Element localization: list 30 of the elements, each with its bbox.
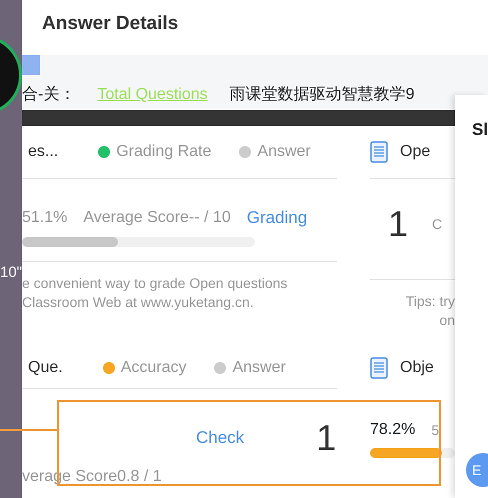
cut-text: 5 bbox=[431, 420, 440, 440]
side-text: 10" bbox=[0, 263, 22, 283]
legend-label: Grading Rate bbox=[116, 142, 212, 162]
rate-text: 51.1% bbox=[22, 208, 68, 228]
section-heading: es... bbox=[28, 142, 58, 162]
panel-title: Sl bbox=[471, 119, 488, 141]
round-button[interactable]: E bbox=[466, 453, 488, 487]
legend-label: Accuracy bbox=[120, 358, 186, 378]
cut-text: C bbox=[432, 214, 442, 234]
tips-text: Tips: try on bbox=[404, 292, 455, 330]
document-icon bbox=[370, 357, 388, 379]
tips-text: e convenient way to grade Open questions Classroom Web at www.yuketang.cn. bbox=[22, 274, 288, 312]
count-text: 1 bbox=[388, 202, 408, 246]
banner-text: 雨课堂数据驱动智慧教学9 bbox=[230, 84, 415, 105]
document-icon bbox=[370, 141, 388, 163]
rate-text: 78.2% bbox=[370, 420, 416, 440]
score-text: Average Score-- / 10 bbox=[83, 208, 231, 228]
grading-link[interactable]: Grading bbox=[246, 205, 308, 230]
square-marker bbox=[22, 55, 40, 75]
legend-label: Answer bbox=[232, 358, 286, 378]
section-title: Obje bbox=[400, 358, 434, 378]
section-heading: Que. bbox=[28, 358, 63, 378]
banner-text: Total Questions bbox=[97, 85, 208, 105]
legend-label: Answer bbox=[257, 142, 311, 162]
leader-line bbox=[0, 429, 57, 431]
check-link[interactable]: Check bbox=[196, 425, 244, 451]
banner-text: 合-关： bbox=[22, 84, 76, 105]
dialog-title: Answer Details bbox=[41, 12, 180, 36]
count-text: 1 bbox=[316, 416, 336, 460]
section-title: Ope bbox=[400, 142, 430, 162]
